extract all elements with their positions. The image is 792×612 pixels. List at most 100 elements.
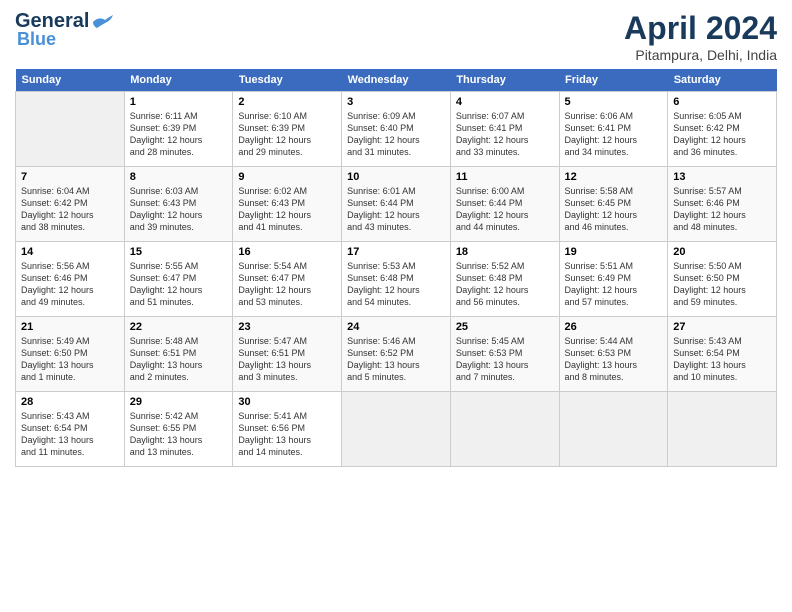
- calendar-cell: 7 Sunrise: 6:04 AM Sunset: 6:42 PM Daylig…: [16, 167, 125, 242]
- calendar-cell: 10 Sunrise: 6:01 AM Sunset: 6:44 PM Dayli…: [342, 167, 451, 242]
- calendar-cell: [342, 392, 451, 467]
- day-info: Sunrise: 6:00 AM Sunset: 6:44 PM Dayligh…: [456, 185, 554, 234]
- day-number: 11: [456, 171, 554, 183]
- calendar-cell: [559, 392, 668, 467]
- calendar-header-row: SundayMondayTuesdayWednesdayThursdayFrid…: [16, 69, 777, 92]
- logo-blue: Blue: [17, 29, 56, 50]
- day-number: 28: [21, 396, 119, 408]
- calendar-week-row: 21Sunrise: 5:49 AM Sunset: 6:50 PM Dayli…: [16, 317, 777, 392]
- day-info: Sunrise: 5:43 AM Sunset: 6:54 PM Dayligh…: [21, 410, 119, 459]
- weekday-header-sunday: Sunday: [16, 69, 125, 92]
- day-number: 15: [130, 246, 228, 258]
- day-number: 12: [565, 171, 663, 183]
- day-info: Sunrise: 6:06 AM Sunset: 6:41 PM Dayligh…: [565, 110, 663, 159]
- calendar-cell: 6 Sunrise: 6:05 AM Sunset: 6:42 PM Daylig…: [668, 92, 777, 167]
- calendar-cell: 26Sunrise: 5:44 AM Sunset: 6:53 PM Dayli…: [559, 317, 668, 392]
- day-info: Sunrise: 5:53 AM Sunset: 6:48 PM Dayligh…: [347, 260, 445, 309]
- day-number: 29: [130, 396, 228, 408]
- calendar-cell: 21Sunrise: 5:49 AM Sunset: 6:50 PM Dayli…: [16, 317, 125, 392]
- calendar-week-row: 1 Sunrise: 6:11 AM Sunset: 6:39 PM Daylig…: [16, 92, 777, 167]
- day-number: 5: [565, 96, 663, 108]
- day-info: Sunrise: 5:41 AM Sunset: 6:56 PM Dayligh…: [238, 410, 336, 459]
- day-info: Sunrise: 5:57 AM Sunset: 6:46 PM Dayligh…: [673, 185, 771, 234]
- day-number: 19: [565, 246, 663, 258]
- day-number: 14: [21, 246, 119, 258]
- day-info: Sunrise: 5:56 AM Sunset: 6:46 PM Dayligh…: [21, 260, 119, 309]
- calendar-cell: 12Sunrise: 5:58 AM Sunset: 6:45 PM Dayli…: [559, 167, 668, 242]
- calendar-cell: 9 Sunrise: 6:02 AM Sunset: 6:43 PM Daylig…: [233, 167, 342, 242]
- day-number: 17: [347, 246, 445, 258]
- day-info: Sunrise: 5:55 AM Sunset: 6:47 PM Dayligh…: [130, 260, 228, 309]
- calendar-cell: 14 Sunrise: 5:56 AM Sunset: 6:46 PM Dayli…: [16, 242, 125, 317]
- calendar-cell: 11 Sunrise: 6:00 AM Sunset: 6:44 PM Dayli…: [450, 167, 559, 242]
- day-number: 25: [456, 321, 554, 333]
- day-number: 23: [238, 321, 336, 333]
- calendar-cell: 22Sunrise: 5:48 AM Sunset: 6:51 PM Dayli…: [124, 317, 233, 392]
- day-number: 7: [21, 171, 119, 183]
- calendar-week-row: 7 Sunrise: 6:04 AM Sunset: 6:42 PM Daylig…: [16, 167, 777, 242]
- day-info: Sunrise: 5:54 AM Sunset: 6:47 PM Dayligh…: [238, 260, 336, 309]
- calendar-cell: 27Sunrise: 5:43 AM Sunset: 6:54 PM Dayli…: [668, 317, 777, 392]
- day-number: 26: [565, 321, 663, 333]
- calendar-cell: 24 Sunrise: 5:46 AM Sunset: 6:52 PM Dayli…: [342, 317, 451, 392]
- calendar-week-row: 28 Sunrise: 5:43 AM Sunset: 6:54 PM Dayli…: [16, 392, 777, 467]
- title-block: April 2024 Pitampura, Delhi, India: [624, 10, 777, 63]
- day-info: Sunrise: 5:45 AM Sunset: 6:53 PM Dayligh…: [456, 335, 554, 384]
- calendar-cell: 4 Sunrise: 6:07 AM Sunset: 6:41 PM Daylig…: [450, 92, 559, 167]
- day-info: Sunrise: 5:52 AM Sunset: 6:48 PM Dayligh…: [456, 260, 554, 309]
- calendar-cell: 2 Sunrise: 6:10 AM Sunset: 6:39 PM Daylig…: [233, 92, 342, 167]
- calendar-cell: 16Sunrise: 5:54 AM Sunset: 6:47 PM Dayli…: [233, 242, 342, 317]
- calendar-week-row: 14 Sunrise: 5:56 AM Sunset: 6:46 PM Dayli…: [16, 242, 777, 317]
- calendar-cell: [16, 92, 125, 167]
- day-number: 1: [130, 96, 228, 108]
- day-info: Sunrise: 5:50 AM Sunset: 6:50 PM Dayligh…: [673, 260, 771, 309]
- calendar-cell: [668, 392, 777, 467]
- calendar-cell: 13 Sunrise: 5:57 AM Sunset: 6:46 PM Dayli…: [668, 167, 777, 242]
- main-title: April 2024: [624, 10, 777, 47]
- day-number: 24: [347, 321, 445, 333]
- header: General Blue April 2024 Pitampura, Delhi…: [15, 10, 777, 63]
- calendar-cell: 15 Sunrise: 5:55 AM Sunset: 6:47 PM Dayli…: [124, 242, 233, 317]
- calendar-table: SundayMondayTuesdayWednesdayThursdayFrid…: [15, 69, 777, 467]
- page-container: General Blue April 2024 Pitampura, Delhi…: [0, 0, 792, 477]
- day-info: Sunrise: 6:05 AM Sunset: 6:42 PM Dayligh…: [673, 110, 771, 159]
- weekday-header-saturday: Saturday: [668, 69, 777, 92]
- day-info: Sunrise: 5:51 AM Sunset: 6:49 PM Dayligh…: [565, 260, 663, 309]
- calendar-cell: 28 Sunrise: 5:43 AM Sunset: 6:54 PM Dayli…: [16, 392, 125, 467]
- day-number: 18: [456, 246, 554, 258]
- day-info: Sunrise: 6:04 AM Sunset: 6:42 PM Dayligh…: [21, 185, 119, 234]
- day-info: Sunrise: 6:11 AM Sunset: 6:39 PM Dayligh…: [130, 110, 228, 159]
- calendar-cell: 19 Sunrise: 5:51 AM Sunset: 6:49 PM Dayli…: [559, 242, 668, 317]
- day-number: 6: [673, 96, 771, 108]
- day-info: Sunrise: 6:09 AM Sunset: 6:40 PM Dayligh…: [347, 110, 445, 159]
- day-number: 30: [238, 396, 336, 408]
- day-info: Sunrise: 5:46 AM Sunset: 6:52 PM Dayligh…: [347, 335, 445, 384]
- day-number: 13: [673, 171, 771, 183]
- day-info: Sunrise: 5:43 AM Sunset: 6:54 PM Dayligh…: [673, 335, 771, 384]
- calendar-cell: 18 Sunrise: 5:52 AM Sunset: 6:48 PM Dayli…: [450, 242, 559, 317]
- day-number: 2: [238, 96, 336, 108]
- logo-bird-icon: [91, 14, 113, 30]
- day-info: Sunrise: 6:01 AM Sunset: 6:44 PM Dayligh…: [347, 185, 445, 234]
- day-number: 20: [673, 246, 771, 258]
- day-info: Sunrise: 6:10 AM Sunset: 6:39 PM Dayligh…: [238, 110, 336, 159]
- day-info: Sunrise: 5:47 AM Sunset: 6:51 PM Dayligh…: [238, 335, 336, 384]
- calendar-cell: 8Sunrise: 6:03 AM Sunset: 6:43 PM Daylig…: [124, 167, 233, 242]
- calendar-cell: 5 Sunrise: 6:06 AM Sunset: 6:41 PM Daylig…: [559, 92, 668, 167]
- day-number: 8: [130, 171, 228, 183]
- day-info: Sunrise: 6:02 AM Sunset: 6:43 PM Dayligh…: [238, 185, 336, 234]
- subtitle: Pitampura, Delhi, India: [624, 47, 777, 63]
- day-info: Sunrise: 6:07 AM Sunset: 6:41 PM Dayligh…: [456, 110, 554, 159]
- day-number: 10: [347, 171, 445, 183]
- calendar-cell: 30 Sunrise: 5:41 AM Sunset: 6:56 PM Dayli…: [233, 392, 342, 467]
- calendar-cell: 23 Sunrise: 5:47 AM Sunset: 6:51 PM Dayli…: [233, 317, 342, 392]
- weekday-header-monday: Monday: [124, 69, 233, 92]
- weekday-header-friday: Friday: [559, 69, 668, 92]
- weekday-header-tuesday: Tuesday: [233, 69, 342, 92]
- calendar-cell: 17 Sunrise: 5:53 AM Sunset: 6:48 PM Dayli…: [342, 242, 451, 317]
- day-number: 4: [456, 96, 554, 108]
- day-info: Sunrise: 5:49 AM Sunset: 6:50 PM Dayligh…: [21, 335, 119, 384]
- day-number: 9: [238, 171, 336, 183]
- calendar-cell: 29Sunrise: 5:42 AM Sunset: 6:55 PM Dayli…: [124, 392, 233, 467]
- logo: General Blue: [15, 10, 113, 50]
